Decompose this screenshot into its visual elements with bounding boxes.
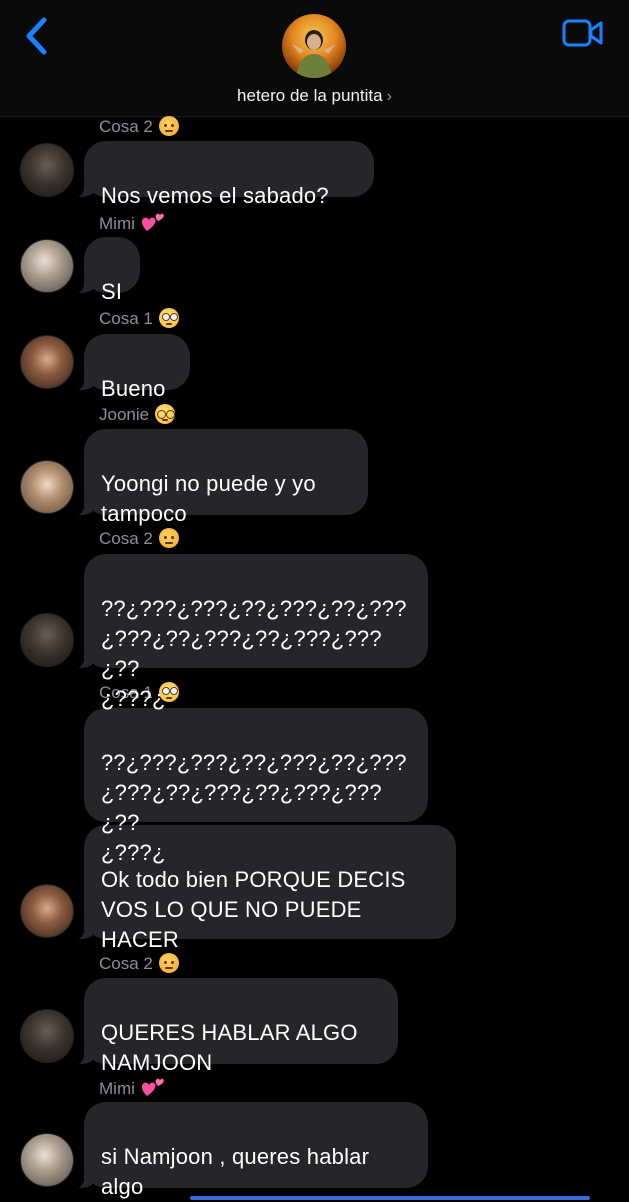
avatar[interactable] [20, 613, 74, 667]
video-camera-icon [562, 19, 603, 47]
group-name-link[interactable]: hetero de la puntita › [0, 86, 629, 106]
message-text: Yoongi no puede y yo tampoco [101, 471, 316, 526]
chevron-right-icon: › [386, 88, 392, 105]
chevron-left-icon [26, 17, 47, 55]
avatar[interactable] [20, 239, 74, 293]
message-bubble[interactable]: Nos vemos el sabado? [74, 141, 374, 208]
message-bubble[interactable]: Bueno [74, 334, 190, 401]
group-avatar[interactable] [282, 14, 346, 78]
avatar[interactable] [20, 143, 74, 197]
message-text: Bueno [101, 376, 166, 401]
message-text: Nos vemos el sabado? [101, 183, 329, 208]
message-text: ??¿???¿???¿??¿???¿??¿??? ¿???¿??¿???¿??¿… [101, 596, 407, 711]
sender-name: Cosa 2 [99, 527, 179, 551]
chat-header: hetero de la puntita › [0, 0, 629, 117]
avatar[interactable] [20, 335, 74, 389]
video-call-button[interactable] [561, 16, 605, 50]
message-text: Ok todo bien PORQUE DECIS VOS LO QUE NO … [101, 867, 406, 952]
message-bubble[interactable]: ??¿???¿???¿??¿???¿??¿??? ¿???¿??¿???¿??¿… [84, 708, 428, 865]
nerd-face-icon [155, 404, 176, 424]
message-bubble[interactable]: si Namjoon , queres hablar algo [74, 1102, 428, 1199]
avatar[interactable] [20, 1009, 74, 1063]
message-text: SI [101, 279, 123, 304]
sender-name: Cosa 2 [99, 952, 179, 976]
avatar[interactable] [20, 460, 74, 514]
back-button[interactable] [20, 14, 56, 58]
avatar[interactable] [20, 884, 74, 938]
message-bubble[interactable]: ??¿???¿???¿??¿???¿??¿??? ¿???¿??¿???¿??¿… [74, 554, 428, 711]
rolling-eyes-icon [158, 308, 179, 328]
message-bubble[interactable]: Yoongi no puede y yo tampoco [74, 429, 368, 526]
avatar[interactable] [20, 1133, 74, 1187]
message-bubble[interactable]: QUERES HABLAR ALGO NAMJOON [74, 978, 398, 1075]
group-photo [292, 30, 336, 78]
sender-name: Cosa 1 [99, 307, 179, 331]
two-hearts-icon [141, 213, 164, 231]
angry-face-icon [158, 116, 179, 136]
angry-face-icon [158, 953, 179, 973]
sender-name: Joonie [99, 403, 176, 427]
sender-name: Mimi [99, 1076, 165, 1100]
message-text: si Namjoon , queres hablar algo [101, 1144, 370, 1199]
partial-bubble-edge [190, 1196, 590, 1200]
message-bubble[interactable]: SI [74, 237, 140, 304]
two-hearts-icon [141, 1078, 164, 1096]
group-name: hetero de la puntita [237, 86, 383, 105]
angry-face-icon [158, 528, 179, 548]
sender-name: Mimi [99, 211, 165, 235]
sender-name: Cosa 2 [99, 115, 179, 139]
message-text: QUERES HABLAR ALGO NAMJOON [101, 1020, 358, 1075]
